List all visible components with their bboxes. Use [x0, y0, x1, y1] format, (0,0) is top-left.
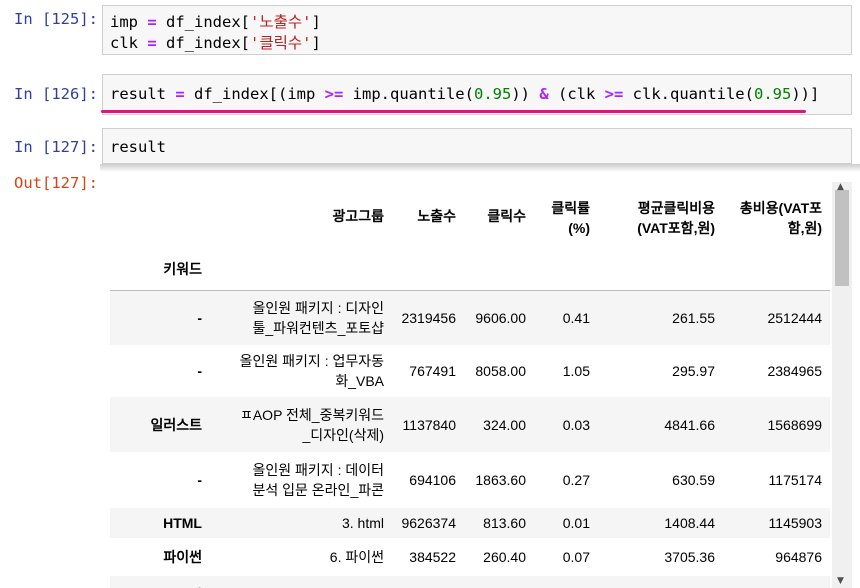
cell-prompt: In [125]: — [14, 10, 98, 28]
cell-cpc: 1408.44 — [664, 515, 715, 531]
column-header: 총비용(VAT포 함,원) — [739, 200, 822, 236]
index-name-row: 키워드 — [110, 248, 830, 290]
cell-impressions: 384522 — [409, 549, 456, 565]
cell-impressions: 1137840 — [402, 416, 456, 433]
column-header: 클릭률 (%) — [551, 200, 590, 236]
cell-cpc: 295.97 — [672, 363, 715, 379]
code-cell[interactable]: imp = df_index['노출수'] clk = df_index['클릭… — [102, 5, 852, 55]
code-line: result = df_index[(imp >= imp.quantile(0… — [110, 85, 820, 103]
cell-group: 올인원 패키지 : 데이터 분석 입문 온라인_파콘 — [252, 462, 385, 498]
cell-cost: 1175174 — [768, 472, 822, 488]
cell-ctr: 0.01 — [562, 515, 590, 531]
cell-ctr: 0.05 — [534, 576, 598, 588]
cell-cost: 964876 — [775, 549, 822, 565]
cell-prompt: In [126]: — [14, 85, 98, 103]
row-index: 일러스트 — [150, 416, 202, 433]
column-header: 노출수 — [417, 208, 456, 224]
row-index: 파이썬 — [163, 549, 202, 565]
cell-clicks: 1863.60 — [475, 472, 526, 488]
code-line: clk = df_index['클릭수'] — [110, 34, 321, 52]
header-row: 광고그룹 노출수 클릭수 클릭률 (%) 평균클릭비용 (VAT포함,원) 총비… — [110, 190, 830, 248]
cell-cpc: 4841.66 — [664, 416, 715, 433]
table-row: - 올인원 패키지 : 데이터 분석 입문 온라인_파콘 694106 1863.60… — [110, 452, 830, 508]
table-row: 파이썬 6. 파이썬 384522 260.40 0.07 3705.36 964876 — [110, 538, 830, 576]
table-row: 코딩1. 코딩562162271.200.053243.22879560 — [110, 576, 830, 588]
column-header: 클릭수 — [487, 208, 526, 224]
cell-cost: 2384965 — [767, 363, 822, 379]
cell-cpc: 261.55 — [672, 309, 715, 326]
cell-cost: 879560 — [723, 576, 830, 588]
output-area: 광고그룹 노출수 클릭수 클릭률 (%) 평균클릭비용 (VAT포함,원) 총비… — [102, 170, 830, 588]
cell-group: 올인원 패키지 : 업무자동 화_VBA — [239, 353, 384, 389]
scroll-up-arrow-icon[interactable]: ▲ — [837, 182, 844, 192]
cell-impressions: 562162 — [392, 576, 464, 588]
dataframe-table: 광고그룹 노출수 클릭수 클릭률 (%) 평균클릭비용 (VAT포함,원) 총비… — [110, 190, 830, 588]
table-row: 일러스트 ㅍAOP 전체_중복키워드 _디자인(삭제) 1137840 324.00 0… — [110, 397, 830, 452]
index-name: 키워드 — [163, 260, 202, 277]
table-row: - 올인원 패키지 : 업무자동 화_VBA 767491 8058.00 1.05 29… — [110, 345, 830, 397]
row-index: HTML — [163, 515, 202, 531]
cell-ctr: 0.41 — [562, 309, 590, 326]
row-index: - — [197, 309, 202, 326]
code-cell[interactable]: result = df_index[(imp >= imp.quantile(0… — [102, 74, 852, 115]
highlight-underline — [101, 110, 806, 113]
output-prompt: Out[127]: — [14, 174, 98, 192]
cell-ctr: 1.05 — [562, 363, 590, 379]
table-row: - 올인원 패키지 : 디자인 툴_파워컨텐츠_포토샵 2319456 9606.00… — [110, 290, 830, 345]
cell-impressions: 694106 — [409, 472, 456, 488]
cell-group: 올인원 패키지 : 디자인 툴_파워컨텐츠_포토샵 — [252, 299, 385, 336]
cell-clicks: 8058.00 — [475, 363, 526, 379]
column-header: 평균클릭비용 (VAT포함,원) — [637, 200, 715, 236]
cell-ctr: 0.03 — [562, 416, 590, 433]
cell-cpc: 3705.36 — [664, 549, 715, 565]
column-header: 광고그룹 — [332, 208, 384, 224]
cell-prompt: In [127]: — [14, 138, 98, 156]
cell-cost: 1145903 — [768, 515, 822, 531]
scrollbar-thumb[interactable] — [835, 190, 849, 286]
cell-ctr: 0.07 — [562, 549, 590, 565]
cell-clicks: 813.60 — [483, 515, 526, 531]
cell-ctr: 0.27 — [562, 472, 590, 488]
row-index: - — [197, 363, 202, 379]
cell-cpc: 630.59 — [672, 472, 715, 488]
code-line: imp = df_index['노출수'] — [110, 13, 321, 31]
cell-impressions: 2319456 — [401, 309, 456, 326]
cell-group: 1. 코딩 — [210, 576, 392, 588]
cell-clicks: 271.20 — [464, 576, 534, 588]
cell-group: 6. 파이썬 — [329, 549, 384, 565]
cell-impressions: 767491 — [409, 363, 456, 379]
cell-cost: 1568699 — [767, 416, 822, 433]
row-index: - — [197, 472, 202, 488]
code-line: result — [110, 138, 166, 156]
cell-group: ㅍAOP 전체_중복키워드 _디자인(삭제) — [239, 406, 384, 443]
cell-clicks: 9606.00 — [475, 309, 526, 326]
code-cell[interactable]: result — [102, 128, 852, 164]
cell-impressions: 9626374 — [401, 515, 456, 531]
cell-clicks: 324.00 — [483, 416, 526, 433]
cell-cost: 2512444 — [767, 309, 822, 326]
scroll-down-arrow-icon[interactable]: ▼ — [837, 576, 844, 586]
row-index: 코딩 — [110, 576, 210, 588]
cell-clicks: 260.40 — [483, 549, 526, 565]
cell-group: 3. html — [341, 515, 384, 531]
cell-cpc: 3243.22 — [598, 576, 723, 588]
table-row: HTML 3. html 9626374 813.60 0.01 1408.44 11459… — [110, 508, 830, 538]
